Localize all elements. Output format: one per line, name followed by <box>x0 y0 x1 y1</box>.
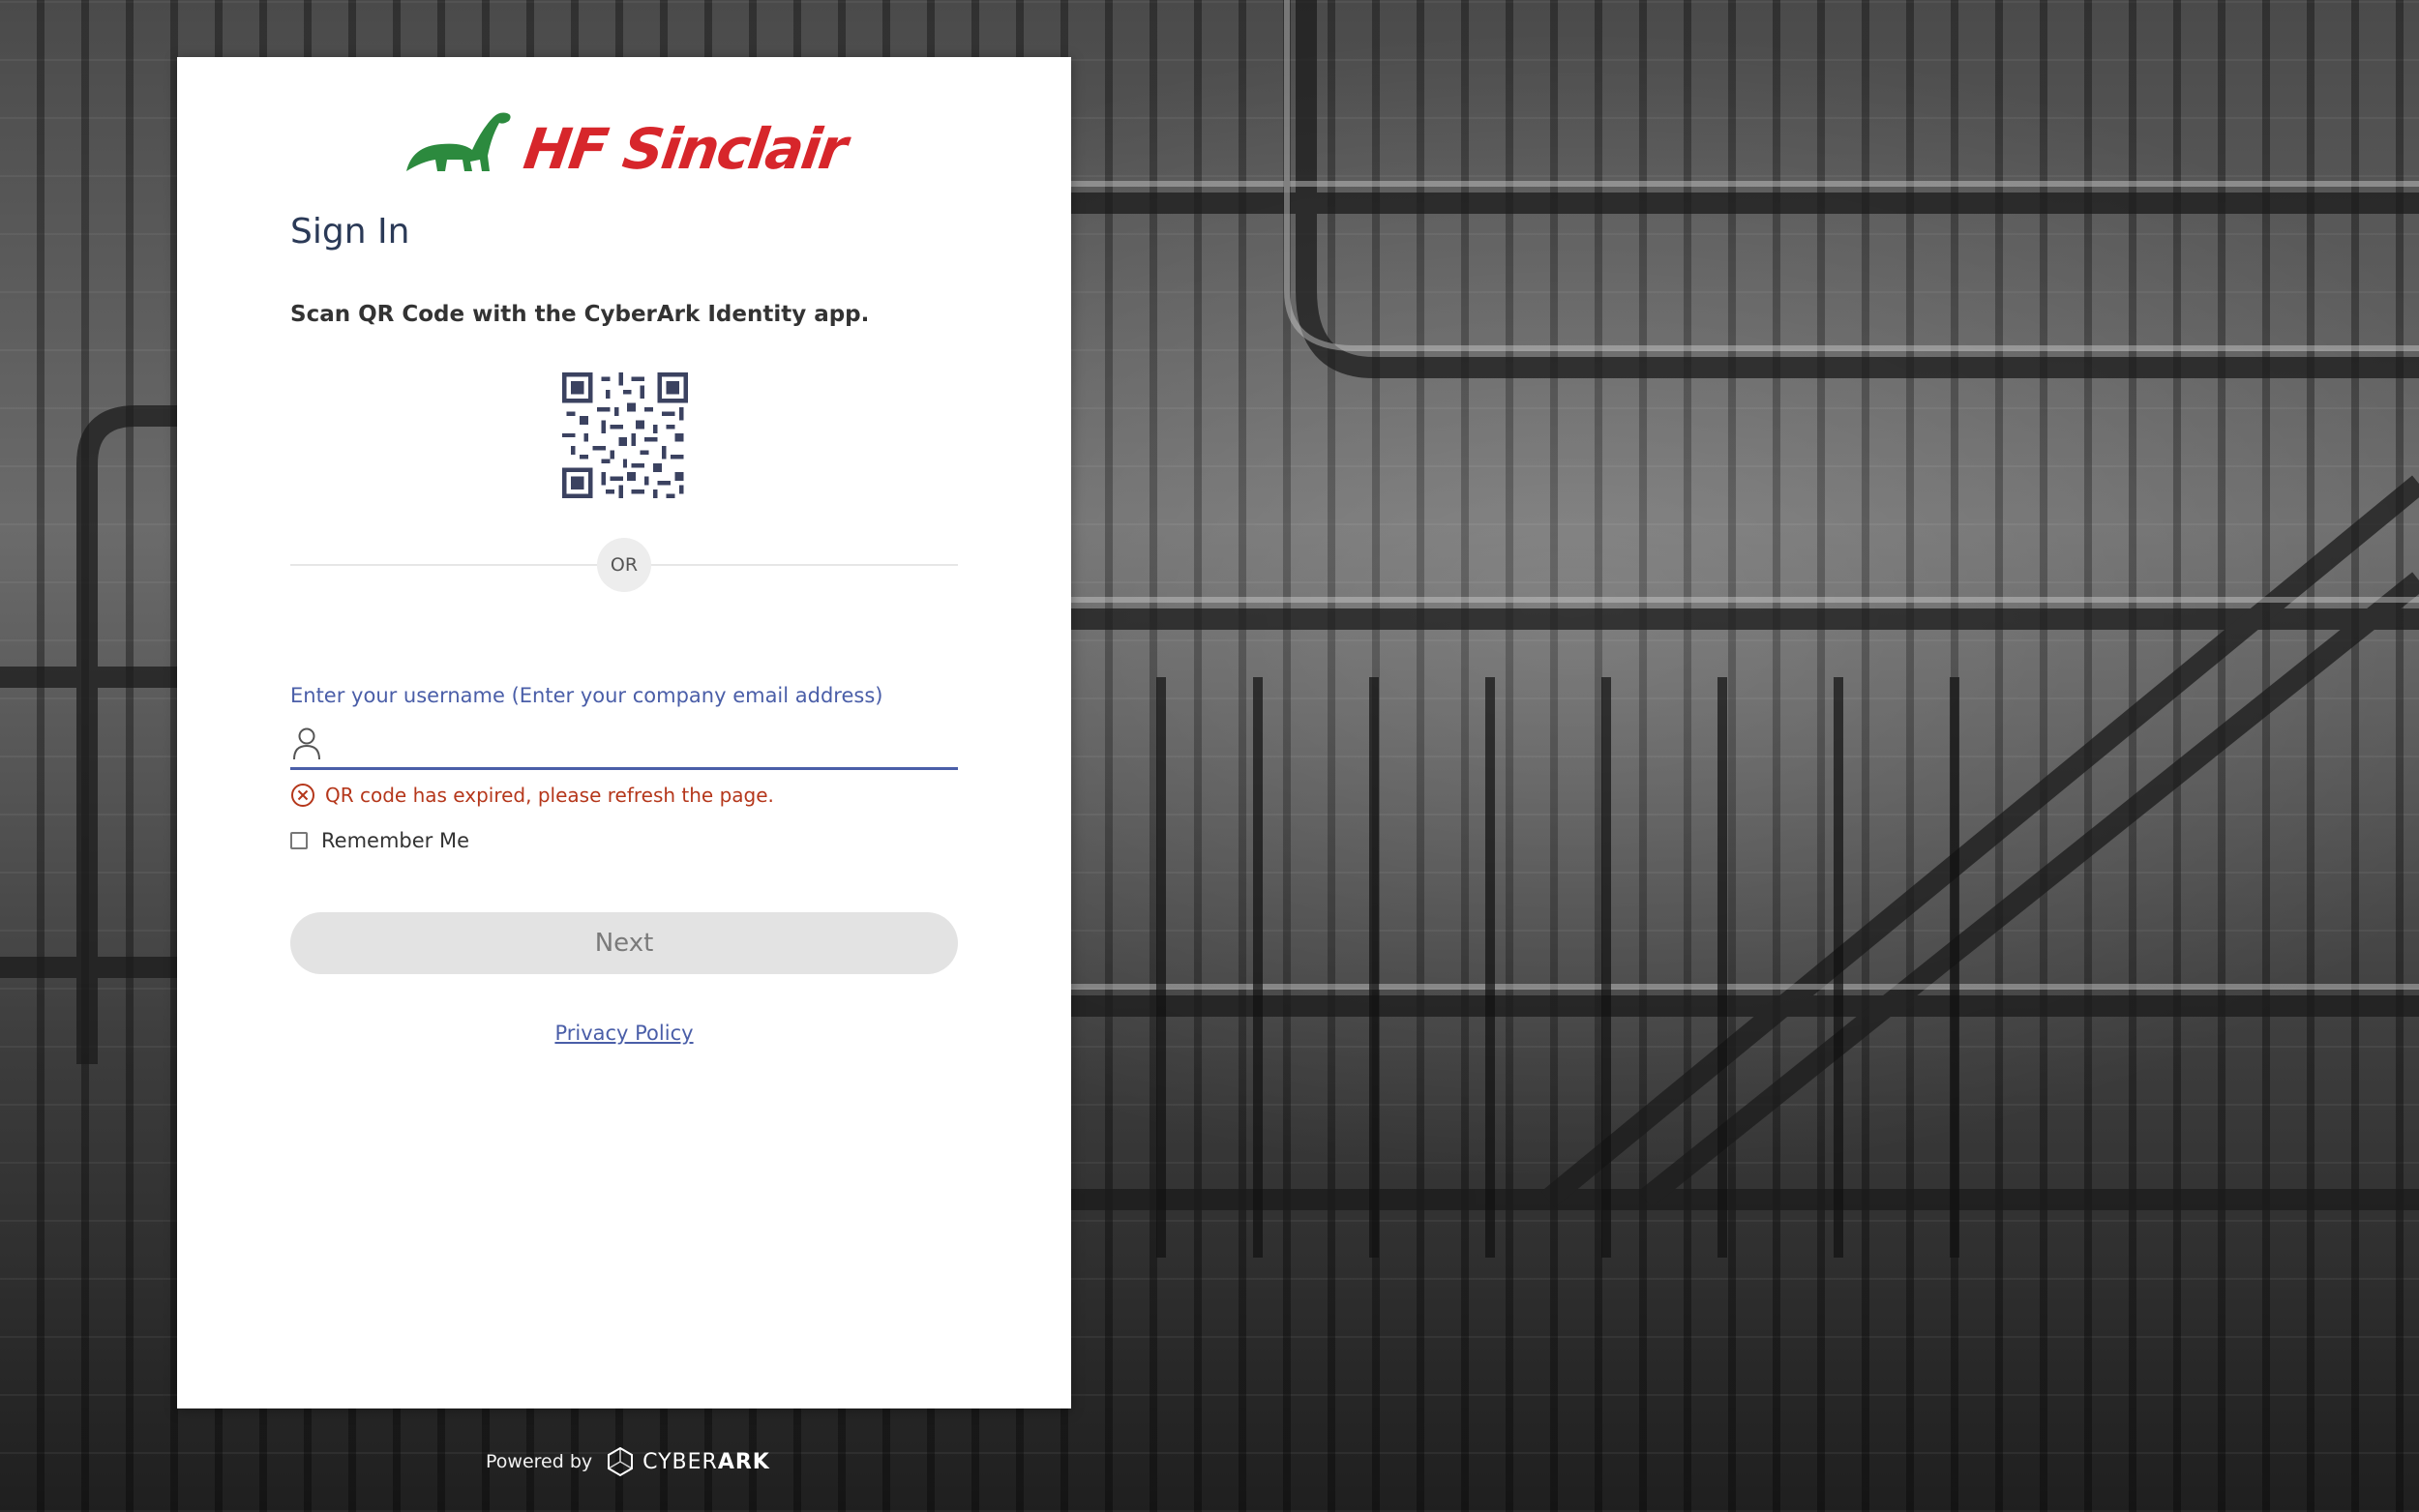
page-title: Sign In <box>290 212 410 252</box>
qr-code-icon <box>562 372 688 498</box>
cyberark-suffix: ARK <box>717 1449 770 1474</box>
signin-card: HF Sinclair Sign In Scan QR Code with th… <box>177 57 1071 1408</box>
cyberark-prefix: CYBER <box>642 1449 718 1474</box>
privacy-policy-link[interactable]: Privacy Policy <box>554 1022 693 1045</box>
login-page: HF Sinclair Sign In Scan QR Code with th… <box>0 0 2419 1512</box>
user-icon <box>293 727 320 760</box>
error-text: QR code has expired, please refresh the … <box>325 784 774 807</box>
logo-group: HF Sinclair <box>403 107 850 182</box>
logo-wordmark: HF Sinclair <box>520 116 851 182</box>
dinosaur-icon <box>406 112 512 171</box>
username-label: Enter your username (Enter your company … <box>290 684 883 707</box>
cyberark-cube-icon <box>608 1446 634 1477</box>
username-field-wrapper <box>290 721 958 770</box>
next-button[interactable]: Next <box>290 912 958 974</box>
privacy-row: Privacy Policy <box>290 1022 958 1045</box>
or-badge: OR <box>597 538 651 592</box>
username-input[interactable] <box>333 721 956 767</box>
powered-by-footer: Powered by CYBERARK <box>486 1446 770 1477</box>
error-circle-icon <box>291 784 314 807</box>
remember-me-row: Remember Me <box>290 829 469 852</box>
remember-me-checkbox[interactable] <box>290 832 308 849</box>
remember-me-label[interactable]: Remember Me <box>321 829 469 852</box>
qr-instruction: Scan QR Code with the CyberArk Identity … <box>290 302 870 327</box>
cyberark-wordmark: CYBERARK <box>642 1450 770 1474</box>
or-divider: OR <box>290 538 958 592</box>
company-logo: HF Sinclair <box>177 104 1071 182</box>
error-message: QR code has expired, please refresh the … <box>290 783 774 808</box>
cyberark-logo: CYBERARK <box>606 1446 770 1477</box>
powered-by-text: Powered by <box>486 1451 593 1472</box>
